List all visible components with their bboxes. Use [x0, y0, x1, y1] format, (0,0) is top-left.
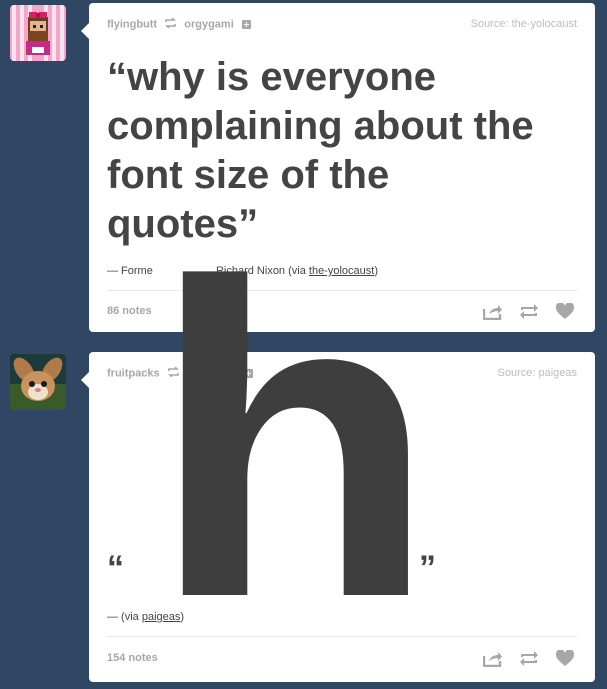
post-source[interactable]: Source: the-yolocaust [471, 18, 577, 30]
notes-count[interactable]: 86 notes [107, 305, 152, 317]
attribution-link[interactable]: the-yolocaust [309, 265, 374, 277]
post-card: fruitpacks orgygami Source: paigeas “ ” … [81, 352, 595, 682]
quote-close-mark: ” [419, 549, 436, 587]
post-header: fruitpacks orgygami Source: paigeas [107, 366, 578, 383]
share-icon[interactable] [482, 650, 503, 668]
post-arrow [81, 23, 89, 39]
divider [107, 636, 577, 637]
attribution-close: ) [374, 265, 378, 277]
notes-count[interactable]: 154 notes [107, 652, 158, 664]
attribution-prefix: — Forme [107, 265, 153, 277]
attribution-prefix: — (via [107, 611, 142, 623]
attribution-link[interactable]: paigeas [142, 611, 181, 623]
plus-icon[interactable] [241, 20, 251, 29]
post-author[interactable]: fruitpacks [107, 367, 160, 379]
post-author[interactable]: flyingbutt [107, 18, 157, 30]
reblogged-from[interactable]: orgygami [184, 18, 234, 30]
reblog-icon [164, 17, 177, 31]
reblog-icon[interactable] [519, 303, 539, 320]
reblogged-from[interactable]: orgygami [187, 367, 237, 379]
post-source[interactable]: Source: paigeas [498, 367, 578, 379]
heart-icon[interactable] [555, 649, 575, 667]
quote-text: “why is everyone complaining about the f… [107, 55, 534, 246]
attribution-suffix: Richard Nixon (via [215, 265, 309, 277]
avatar-flyingbutt[interactable] [10, 5, 66, 61]
reblog-icon[interactable] [519, 650, 539, 667]
avatar-fruitpacks[interactable] [10, 354, 66, 410]
post-header: flyingbutt orgygami Source: the-yolocaus… [107, 17, 577, 34]
post-arrow [81, 372, 89, 388]
quote-open-mark: “ [107, 549, 124, 587]
post-card: flyingbutt orgygami Source: the-yolocaus… [81, 3, 595, 332]
quote-attribution: — Forme Richard Nixon (via the-yolocaust… [107, 265, 378, 277]
share-icon[interactable] [482, 303, 503, 321]
plus-icon[interactable] [244, 369, 254, 378]
post-actions [482, 649, 575, 668]
post-actions [482, 302, 575, 321]
divider [107, 290, 577, 291]
reblog-icon [167, 366, 180, 380]
attribution-close: ) [180, 611, 185, 623]
heart-icon[interactable] [555, 302, 575, 320]
quote-attribution: — (via paigeas) [107, 611, 184, 623]
